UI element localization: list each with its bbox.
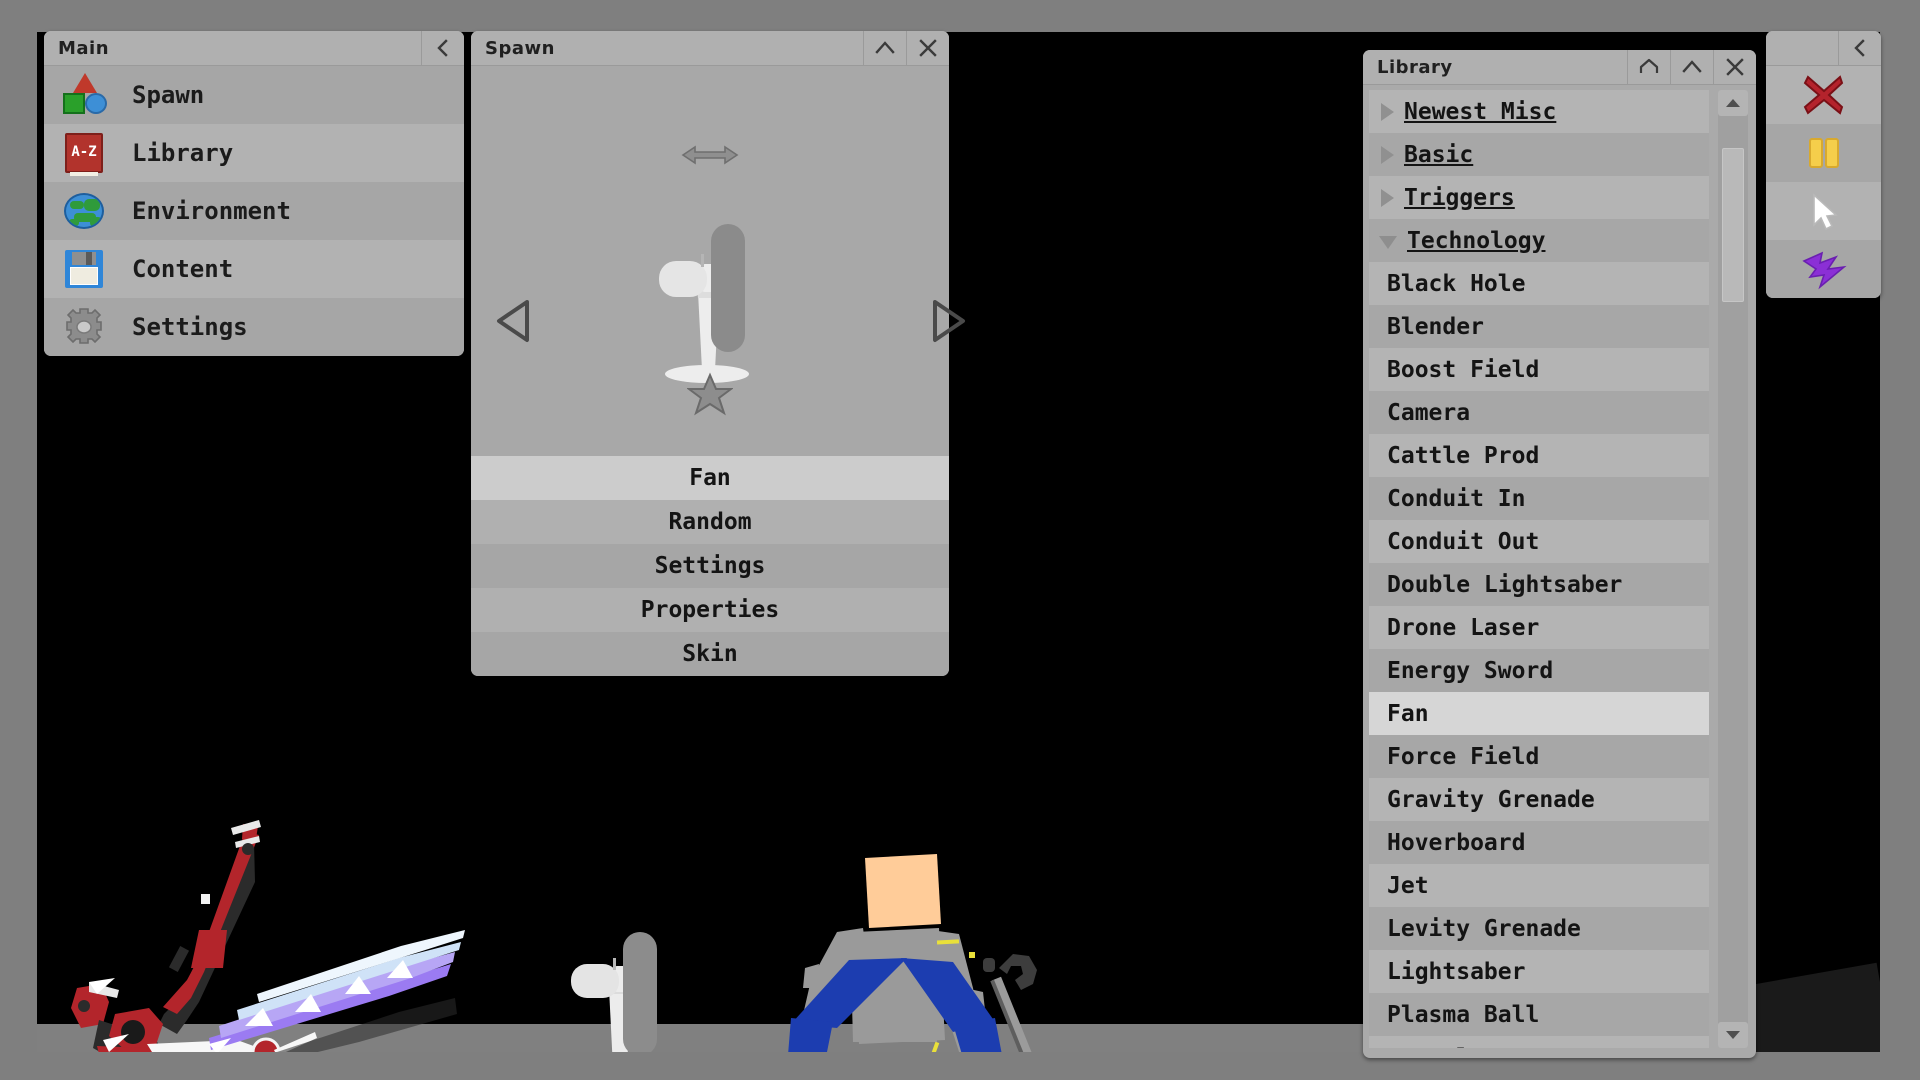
- pause-tool-button[interactable]: [1766, 124, 1881, 182]
- tool-panel-titlebar[interactable]: [1766, 31, 1881, 66]
- sidebar-item-label: Environment: [132, 197, 291, 225]
- list-item[interactable]: Energy Sword: [1369, 649, 1709, 692]
- list-item-selected[interactable]: Fan: [1369, 692, 1709, 735]
- library-panel-title: Library: [1377, 56, 1453, 78]
- library-panel-titlebar[interactable]: Library: [1363, 50, 1756, 85]
- cattle-prod-tool: [983, 954, 1049, 1052]
- library-panel-home-button[interactable]: [1627, 50, 1670, 84]
- list-item[interactable]: Jet: [1369, 864, 1709, 907]
- list-item[interactable]: Drone Laser: [1369, 606, 1709, 649]
- scrollbar-thumb[interactable]: [1722, 148, 1744, 302]
- list-item[interactable]: Boost Field: [1369, 348, 1709, 391]
- list-item[interactable]: Portal: [1369, 1036, 1709, 1048]
- spawn-panel-minimize-button[interactable]: [863, 31, 906, 65]
- library-category-triggers[interactable]: Triggers: [1369, 176, 1709, 219]
- library-category-basic[interactable]: Basic: [1369, 133, 1709, 176]
- red-x-icon: [1803, 75, 1843, 115]
- sidebar-item-label: Spawn: [132, 81, 205, 109]
- library-panel: Library Newest Misc Basic Triggers Techn…: [1363, 50, 1756, 1058]
- chevron-down-icon: [1379, 236, 1397, 249]
- spawn-panel: Spawn Fan Random Settings Properties Ski…: [471, 31, 965, 676]
- spawn-preview-area[interactable]: [471, 66, 965, 456]
- lightning-tool-button[interactable]: [1766, 240, 1881, 298]
- book-icon: A-Z: [60, 129, 108, 177]
- scroll-up-button[interactable]: [1718, 90, 1748, 116]
- main-panel-titlebar[interactable]: Main: [44, 31, 464, 66]
- list-item[interactable]: Hoverboard: [1369, 821, 1709, 864]
- shapes-icon: [60, 71, 108, 119]
- library-item-list[interactable]: Newest Misc Basic Triggers Technology Bl…: [1369, 90, 1709, 1048]
- library-category-label: Triggers: [1404, 184, 1515, 211]
- select-tool-button[interactable]: [1766, 182, 1881, 240]
- list-item[interactable]: Conduit In: [1369, 477, 1709, 520]
- sidebar-item-spawn[interactable]: Spawn: [44, 66, 464, 124]
- list-item[interactable]: Cattle Prod: [1369, 434, 1709, 477]
- tool-panel: [1766, 31, 1881, 298]
- gear-icon: [60, 303, 108, 351]
- library-panel-minimize-button[interactable]: [1670, 50, 1713, 84]
- list-item[interactable]: Blender: [1369, 305, 1709, 348]
- tool-panel-collapse-button[interactable]: [1838, 31, 1881, 65]
- floppy-disk-icon: [60, 245, 108, 293]
- app-root: Main Spawn A-Z Library Environment Conte…: [0, 0, 1920, 1080]
- list-item[interactable]: Camera: [1369, 391, 1709, 434]
- library-category-label: Basic: [1404, 141, 1474, 168]
- library-category-label: Newest Misc: [1404, 98, 1557, 125]
- spawn-selected-item-button[interactable]: Fan: [471, 456, 949, 500]
- library-panel-close-button[interactable]: [1713, 50, 1756, 84]
- list-item[interactable]: Black Hole: [1369, 262, 1709, 305]
- globe-icon: [60, 187, 108, 235]
- star-icon[interactable]: [686, 372, 734, 420]
- fan-preview-art: [659, 224, 749, 383]
- spawn-settings-button[interactable]: Settings: [471, 544, 949, 588]
- library-category-label: Technology: [1407, 227, 1546, 254]
- library-scrollbar[interactable]: [1718, 90, 1748, 1048]
- spawn-properties-button[interactable]: Properties: [471, 588, 949, 632]
- purple-lightning-icon: [1801, 251, 1847, 290]
- list-item[interactable]: Conduit Out: [1369, 520, 1709, 563]
- spawn-panel-close-button[interactable]: [906, 31, 949, 65]
- list-item[interactable]: Double Lightsaber: [1369, 563, 1709, 606]
- chevron-right-icon: [1381, 102, 1394, 121]
- list-item[interactable]: Force Field: [1369, 735, 1709, 778]
- sidebar-item-label: Content: [132, 255, 234, 283]
- sidebar-item-environment[interactable]: Environment: [44, 182, 464, 240]
- red-scooter[interactable]: [59, 802, 499, 1052]
- chevron-right-icon: [1381, 145, 1394, 164]
- ragdoll-figure[interactable]: [777, 792, 1197, 1052]
- main-panel: Main Spawn A-Z Library Environment Conte…: [44, 31, 464, 356]
- sidebar-item-settings[interactable]: Settings: [44, 298, 464, 356]
- fan-prop[interactable]: [547, 922, 697, 1052]
- list-item[interactable]: Levity Grenade: [1369, 907, 1709, 950]
- library-category-newest-misc[interactable]: Newest Misc: [1369, 90, 1709, 133]
- spawn-skin-button[interactable]: Skin: [471, 632, 949, 676]
- sidebar-item-content[interactable]: Content: [44, 240, 464, 298]
- list-item[interactable]: Gravity Grenade: [1369, 778, 1709, 821]
- main-panel-title: Main: [58, 37, 110, 59]
- sidebar-item-label: Library: [132, 139, 234, 167]
- list-item[interactable]: Plasma Ball: [1369, 993, 1709, 1036]
- sidebar-item-library[interactable]: A-Z Library: [44, 124, 464, 182]
- spawn-panel-titlebar[interactable]: Spawn: [471, 31, 949, 66]
- spawn-panel-title: Spawn: [485, 37, 555, 59]
- main-panel-collapse-button[interactable]: [421, 31, 464, 65]
- chevron-right-icon: [1381, 188, 1394, 207]
- sidebar-item-label: Settings: [132, 313, 248, 341]
- delete-tool-button[interactable]: [1766, 66, 1881, 124]
- spawn-random-button[interactable]: Random: [471, 500, 949, 544]
- list-item[interactable]: Lightsaber: [1369, 950, 1709, 993]
- library-category-technology[interactable]: Technology: [1369, 219, 1709, 262]
- horizontal-double-arrow-icon[interactable]: [681, 144, 739, 170]
- yellow-pause-icon: [1808, 138, 1839, 168]
- scroll-down-button[interactable]: [1718, 1022, 1748, 1048]
- white-cursor-icon: [1812, 193, 1838, 231]
